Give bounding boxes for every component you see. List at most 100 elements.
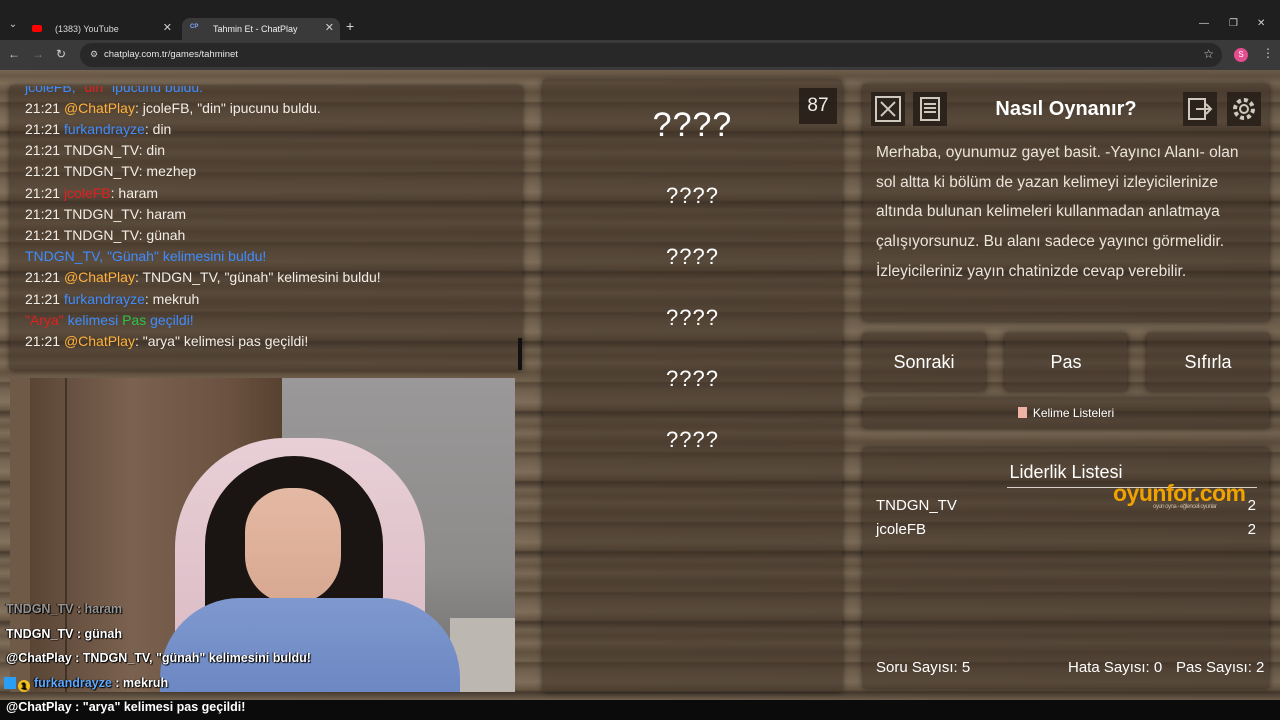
maximize-icon[interactable]: ❐ (1229, 18, 1238, 29)
stat-label: Soru Sayısı: (876, 659, 958, 676)
browser-menu-icon[interactable]: ⋮ (1262, 46, 1274, 60)
tab-chatplay[interactable]: CP Tahmin Et - ChatPlay ✕ (182, 18, 340, 40)
close-window-icon[interactable]: ✕ (1257, 18, 1265, 29)
word-board: 87 ???? ???? ???? ???? ???? ???? (543, 80, 842, 692)
stat-label: Pas Sayısı: (1176, 659, 1252, 676)
stat-value: 2 (1256, 659, 1265, 676)
badge-icon (4, 677, 16, 689)
word-lists-button[interactable]: Kelime Listeleri (863, 398, 1269, 428)
screen: ⌄ (1383) YouTube ✕ CP Tahmin Et - ChatPl… (0, 0, 1280, 720)
chat-line: 21:21 @ChatPlay: TNDGN_TV, "günah" kelim… (25, 269, 381, 285)
player-score: 2 (1247, 521, 1256, 538)
forward-icon[interactable]: → (32, 47, 44, 61)
overlay-text: : TNDGN_TV, "günah" kelimesini buldu! (71, 651, 311, 665)
chat-user: TNDGN_TV (63, 206, 139, 222)
chat-line: 21:21 TNDGN_TV: din (25, 142, 166, 158)
settings-gear-icon[interactable] (1227, 92, 1261, 126)
chat-text: din (146, 142, 166, 158)
overlay-user: TNDGN_TV (6, 602, 74, 616)
chat-text: mekruh (152, 291, 200, 307)
forbidden-word: ???? (666, 244, 719, 269)
address-bar[interactable]: ⚙ chatplay.com.tr/games/tahminet ☆ (80, 43, 1222, 67)
overlay-user: @ChatPlay (6, 651, 72, 665)
browser-toolbar: ← → ↻ ⚙ chatplay.com.tr/games/tahminet ☆… (0, 40, 1280, 70)
cam-person-body (160, 598, 460, 692)
chat-text: günah (146, 227, 186, 243)
chat-text: ipucunu buldu. (108, 86, 204, 95)
chat-line: 21:21 furkandrayze: mekruh (25, 291, 200, 307)
chat-time: 21:21 (25, 100, 61, 116)
reset-button[interactable]: Sıfırla (1147, 333, 1269, 391)
forbidden-word: ???? (666, 305, 719, 330)
chat-user: TNDGN_TV (63, 142, 139, 158)
chat-line: 21:21 jcoleFB: haram (25, 185, 159, 201)
chat-line-partial: jcoleFB, "din" ipucunu buldu. (25, 86, 203, 96)
new-tab-icon[interactable]: + (346, 19, 354, 33)
chat-user: @ChatPlay (63, 100, 135, 116)
chat-text: haram (118, 185, 159, 201)
chat-user: jcoleFB (25, 86, 72, 95)
cam-person-face (245, 488, 341, 604)
how-to-play-title: Nasıl Oynanır? (995, 98, 1137, 120)
tab-title: Tahmin Et - ChatPlay (213, 24, 298, 34)
next-button[interactable]: Sonraki (863, 333, 985, 391)
chat-log-panel: jcoleFB, "din" ipucunu buldu. 21:21 @Cha… (10, 86, 522, 370)
chat-text: kelimesi Pas geçildi! (67, 312, 194, 328)
overlay-text: : mekruh (111, 676, 169, 690)
chat-user: @ChatPlay (63, 269, 135, 285)
overlay-text: : "arya" kelimesi pas geçildi! (71, 700, 246, 714)
bookmark-star-icon[interactable]: ☆ (1203, 47, 1214, 61)
overlay-chat-line: TNDGN_TV : günah (6, 626, 122, 642)
back-icon[interactable]: ← (8, 47, 20, 61)
notes-icon[interactable] (913, 92, 947, 126)
player-name: jcoleFB (876, 521, 927, 538)
chat-time: 21:21 (25, 121, 61, 137)
chat-text: din (152, 121, 172, 137)
chat-time: 21:21 (25, 206, 61, 222)
cam-door-edge (65, 378, 67, 692)
overlay-user: furkandrayze (34, 676, 112, 690)
pass-button[interactable]: Pas (1005, 333, 1127, 391)
overlay-bottom-strip: @ChatPlay : "arya" kelimesi pas geçildi! (0, 700, 1280, 720)
chat-line: 21:21 TNDGN_TV: günah (25, 227, 186, 243)
chat-time: 21:21 (25, 227, 61, 243)
close-tab-icon[interactable]: ✕ (325, 20, 334, 36)
chat-user: TNDGN_TV (25, 248, 100, 264)
reload-icon[interactable]: ↻ (56, 47, 66, 61)
chat-time: 21:21 (25, 269, 61, 285)
chat-time: 21:21 (25, 333, 61, 349)
chat-user: furkandrayze (63, 121, 145, 137)
youtube-favicon-icon (32, 25, 42, 32)
overlay-chat-line: 1 furkandrayze : mekruh (4, 675, 168, 692)
chat-user: jcoleFB (63, 185, 111, 201)
chat-time: 21:21 (25, 163, 61, 179)
url-text[interactable]: chatplay.com.tr/games/tahminet (104, 49, 238, 60)
game-page: jcoleFB, "din" ipucunu buldu. 21:21 @Cha… (0, 70, 1280, 700)
chatplay-favicon-icon: CP (190, 24, 199, 30)
tab-youtube[interactable]: (1383) YouTube ✕ (24, 18, 178, 40)
fullscreen-icon[interactable] (871, 92, 905, 126)
overlay-text: : haram (73, 602, 123, 616)
forbidden-word: ???? (666, 366, 719, 391)
tab-search-icon[interactable]: ⌄ (6, 18, 20, 32)
forbidden-word: ???? (666, 183, 719, 208)
minimize-icon[interactable]: — (1199, 18, 1209, 29)
close-tab-icon[interactable]: ✕ (163, 20, 172, 36)
exit-icon[interactable] (1183, 92, 1217, 126)
word-lists-label: Kelime Listeleri (1032, 406, 1115, 420)
how-to-play-panel: Nasıl Oynanır? Merhaba, oyunumuz gayet b… (863, 84, 1269, 321)
player-name: TNDGN_TV (876, 497, 957, 514)
streamer-webcam (10, 378, 515, 692)
chat-text: TNDGN_TV, "günah" kelimesini buldu! (142, 269, 381, 285)
chat-user: furkandrayze (63, 291, 145, 307)
overlay-chat-line: @ChatPlay : TNDGN_TV, "günah" kelimesini… (6, 650, 311, 666)
profile-avatar[interactable]: S (1234, 48, 1248, 62)
chat-line: 21:21 TNDGN_TV: haram (25, 206, 187, 222)
overlay-chat-line: @ChatPlay : "arya" kelimesi pas geçildi! (6, 700, 245, 714)
chat-text: "arya" kelimesi pas geçildi! (142, 333, 309, 349)
site-info-icon[interactable]: ⚙ (88, 48, 100, 60)
chat-time: 21:21 (25, 185, 61, 201)
chat-line: 21:21 TNDGN_TV: mezhep (25, 163, 197, 179)
stat-label: Hata Sayısı: (1068, 659, 1150, 676)
chat-scrollbar[interactable] (518, 338, 522, 370)
